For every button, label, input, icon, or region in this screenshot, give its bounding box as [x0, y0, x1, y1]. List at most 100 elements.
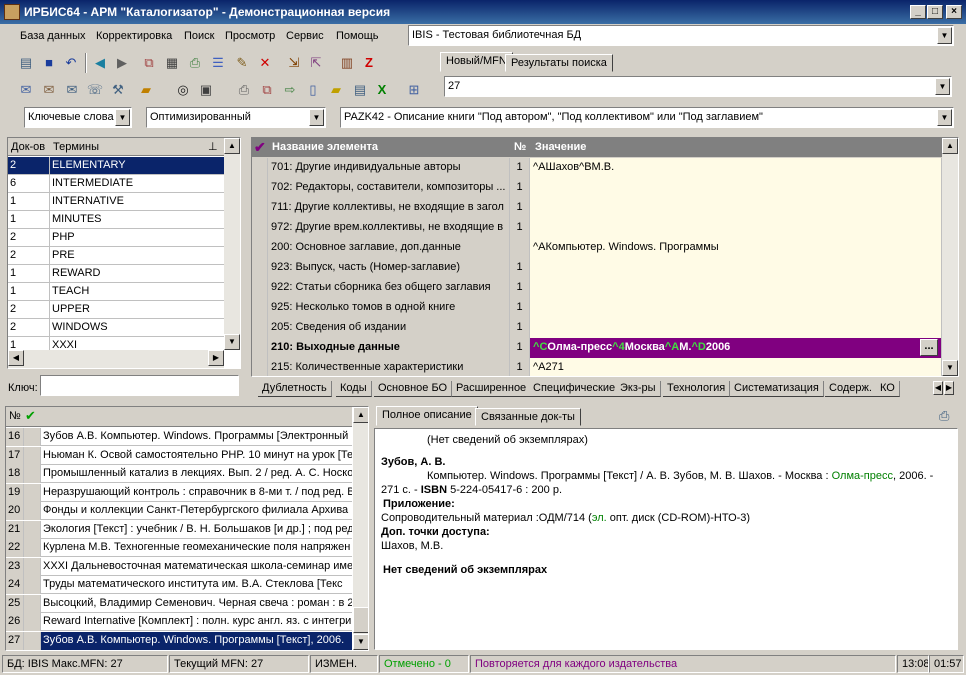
- record-row[interactable]: 20 Фонды и коллекции Санкт-Петербургского…: [6, 502, 352, 520]
- copy-icon[interactable]: ⧉: [139, 53, 159, 73]
- optimized-select[interactable]: Оптимизированный ▼: [146, 107, 326, 128]
- print-icon[interactable]: ⎙: [185, 53, 205, 73]
- scroll-up-icon[interactable]: ▲: [224, 138, 240, 154]
- tab-5[interactable]: Специфические: [529, 381, 621, 397]
- record-row[interactable]: 23 XXXI Дальневосточная математическая шк…: [6, 557, 352, 576]
- fields-scrollbar[interactable]: ▲ ▼: [942, 138, 958, 376]
- record-row[interactable]: 17 Ньюман К. Освой самостоятельно PHP. 10…: [6, 446, 352, 465]
- search-type-select[interactable]: Ключевые слова ▼: [24, 107, 132, 128]
- term-row[interactable]: 1 TEACH: [8, 283, 224, 301]
- field-value[interactable]: [530, 178, 942, 198]
- page-icon[interactable]: ▯: [303, 80, 323, 100]
- tab-2[interactable]: Коды: [336, 381, 372, 397]
- term-row[interactable]: 2 ELEMENTARY: [8, 157, 224, 175]
- new-record-icon[interactable]: ▤: [16, 53, 36, 73]
- term-row[interactable]: 1 INTERNATIVE: [8, 193, 224, 211]
- fields-name-header[interactable]: Название элемента: [272, 141, 378, 153]
- field-edit-button[interactable]: ...: [920, 339, 938, 356]
- field-marker[interactable]: [252, 338, 268, 358]
- next-record-icon[interactable]: ▶: [112, 53, 132, 73]
- grid-icon[interactable]: ▦: [162, 53, 182, 73]
- tab-6[interactable]: Экз-ры: [616, 381, 661, 397]
- field-marker[interactable]: [252, 278, 268, 298]
- scroll-thumb[interactable]: [353, 607, 368, 633]
- record-row[interactable]: 24 Труды математического института им. В.…: [6, 576, 352, 594]
- worksheet-select[interactable]: PAZK42 - Описание книги "Под автором", "…: [340, 107, 954, 128]
- record-row[interactable]: 27 Зубов А.В. Компьютер. Windows. Програм…: [6, 631, 352, 650]
- record-row[interactable]: 18 Промышленный катализ в лекциях. Вып. 2…: [6, 465, 352, 483]
- term-row[interactable]: 2 WINDOWS: [8, 319, 224, 337]
- print-desc-icon[interactable]: ⎙: [939, 408, 949, 424]
- field-name[interactable]: 210: Выходные данные: [268, 338, 510, 358]
- tab-7[interactable]: Технология: [663, 381, 731, 397]
- field-value[interactable]: ^AКомпьютер. Windows. Программы: [530, 238, 942, 258]
- field-value[interactable]: ^A271: [530, 358, 942, 376]
- record-title[interactable]: Фонды и коллекции Санкт-Петербургского ф…: [41, 502, 352, 520]
- term-row[interactable]: 2 PRE: [8, 247, 224, 265]
- scroll-left-icon[interactable]: ◀: [8, 350, 24, 366]
- tab-linked-docs[interactable]: Связанные док-ты: [475, 408, 581, 426]
- field-value-editing[interactable]: ^CОлма-пресс^4Москва^AМ.^D2006...: [530, 338, 942, 358]
- doc-arrow-icon[interactable]: ⇨: [280, 80, 300, 100]
- terms-count-header[interactable]: Док-ов: [11, 141, 45, 153]
- record-title[interactable]: Зубов А.В. Компьютер. Windows. Программы…: [41, 428, 352, 446]
- delete-icon[interactable]: ✕: [255, 53, 275, 73]
- field-marker[interactable]: [252, 318, 268, 338]
- menu-edit[interactable]: Корректировка: [96, 30, 172, 42]
- film-icon[interactable]: ▥: [337, 53, 357, 73]
- field-row[interactable]: 701: Другие индивидуальные авторы 1 ^AШахо…: [252, 158, 942, 178]
- record-title[interactable]: XXXI Дальневосточная математическая школ…: [41, 558, 352, 576]
- tab-3[interactable]: Основное БО: [374, 381, 453, 397]
- record-row[interactable]: 21 Экология [Текст] : учебник / В. Н. Бол…: [6, 520, 352, 539]
- fields-value-header[interactable]: Значение: [535, 141, 586, 153]
- record-row[interactable]: 26 Reward Internative [Комплект] : полн. …: [6, 613, 352, 631]
- field-name[interactable]: 701: Другие индивидуальные авторы: [268, 158, 510, 178]
- field-name[interactable]: 972: Другие врем.коллективы, не входящие…: [268, 218, 510, 238]
- term-row[interactable]: 1 MINUTES: [8, 211, 224, 229]
- term-row[interactable]: 2 PHP: [8, 229, 224, 247]
- field-marker[interactable]: [252, 198, 268, 218]
- field-name[interactable]: 711: Другие коллективы, не входящие в за…: [268, 198, 510, 218]
- tab-scroll-left-icon[interactable]: ◀: [933, 381, 943, 395]
- import-icon[interactable]: ⇲: [284, 53, 304, 73]
- menu-service[interactable]: Сервис: [286, 30, 324, 42]
- field-name[interactable]: 925: Несколько томов в одной книге: [268, 298, 510, 318]
- desc-app-el[interactable]: эл.: [592, 512, 607, 524]
- z3950-icon[interactable]: Z: [359, 53, 379, 73]
- record-check[interactable]: [24, 502, 41, 520]
- record-check[interactable]: [24, 613, 41, 631]
- scroll-up-icon[interactable]: ▲: [353, 407, 368, 423]
- field-row[interactable]: 200: Основное заглавие, доп.данные ^AКомп…: [252, 238, 942, 258]
- terms-hscroll[interactable]: ◀ ▶: [8, 350, 224, 368]
- record-title[interactable]: Неразрушающий контроль : справочник в 8-…: [41, 484, 352, 502]
- field-row[interactable]: 215: Количественные характеристики 1 ^A271: [252, 358, 942, 376]
- record-row[interactable]: 22 Курлена М.В. Техногенные геомеханическ…: [6, 539, 352, 557]
- record-row[interactable]: 19 Неразрушающий контроль : справочник в …: [6, 483, 352, 502]
- field-row[interactable]: 972: Другие врем.коллективы, не входящие…: [252, 218, 942, 238]
- tab-4[interactable]: Расширенное: [452, 381, 532, 397]
- field-value[interactable]: [530, 198, 942, 218]
- record-check[interactable]: [24, 557, 41, 576]
- database-select[interactable]: IBIS - Тестовая библиотечная БД ▼: [408, 25, 954, 46]
- mail-icon[interactable]: ✉: [62, 80, 82, 100]
- records-check-header[interactable]: ✔: [25, 408, 36, 424]
- record-row[interactable]: 25 Высоцкий, Владимир Семенович. Черная с…: [6, 594, 352, 613]
- chevron-down-icon[interactable]: ▼: [935, 78, 950, 95]
- scroll-up-icon[interactable]: ▲: [942, 138, 958, 154]
- field-row[interactable]: 923: Выпуск, часть (Номер-заглавие) 1: [252, 258, 942, 278]
- record-check[interactable]: [24, 446, 41, 465]
- menu-help[interactable]: Помощь: [336, 30, 379, 42]
- field-value[interactable]: [530, 318, 942, 338]
- save-icon[interactable]: ■: [39, 53, 59, 73]
- chevron-down-icon[interactable]: ▼: [115, 109, 130, 126]
- term-row[interactable]: 2 UPPER: [8, 301, 224, 319]
- field-marker[interactable]: [252, 258, 268, 278]
- field-row[interactable]: 711: Другие коллективы, не входящие в за…: [252, 198, 942, 218]
- scroll-right-icon[interactable]: ▶: [208, 350, 224, 366]
- record-check[interactable]: [24, 520, 41, 539]
- stack-icon[interactable]: ▣: [196, 80, 216, 100]
- field-marker[interactable]: [252, 358, 268, 376]
- record-title[interactable]: Курлена М.В. Техногенные геомеханические…: [41, 539, 352, 557]
- field-value[interactable]: [530, 218, 942, 238]
- mfn-input[interactable]: 27 ▼: [444, 76, 952, 97]
